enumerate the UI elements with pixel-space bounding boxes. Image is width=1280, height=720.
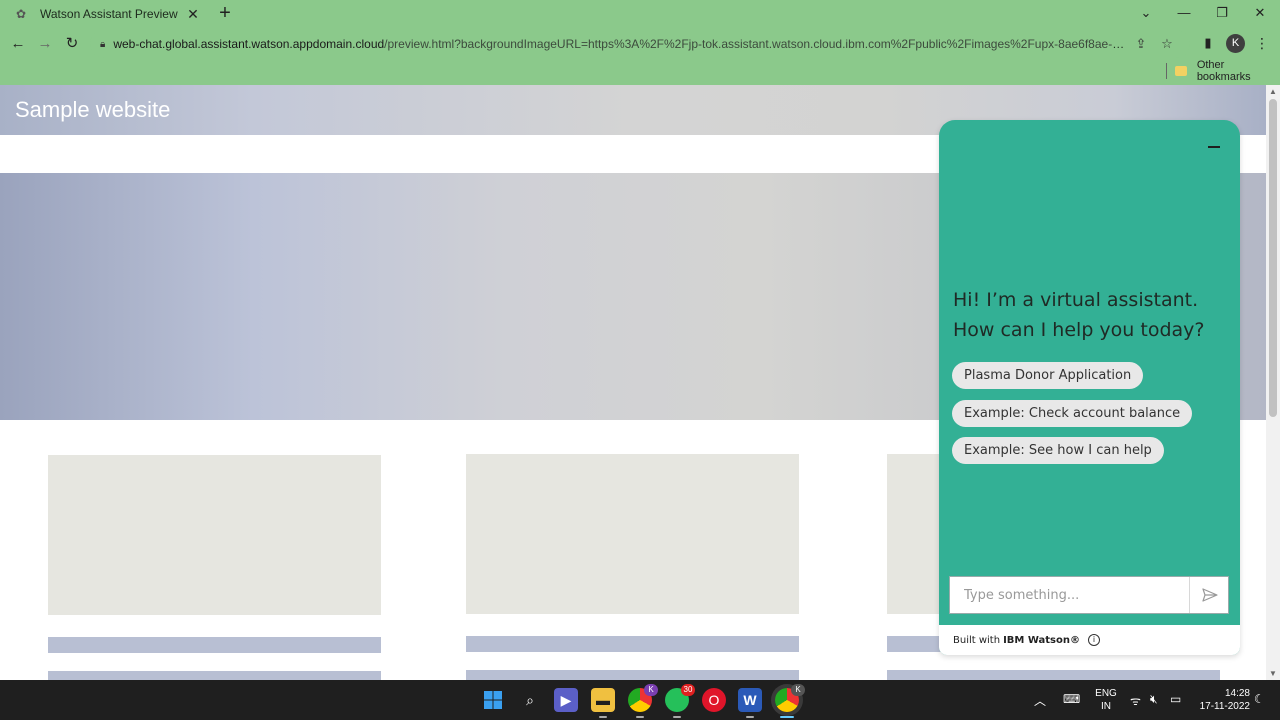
- minimize-chat-button[interactable]: [1208, 138, 1222, 154]
- tab-title: Watson Assistant Preview: [40, 7, 178, 21]
- other-bookmarks-label: Other bookmarks: [1196, 59, 1251, 83]
- bookmarks-divider: [1166, 63, 1167, 79]
- card-text-placeholder: [466, 670, 799, 680]
- chrome-profile-badge: K: [791, 684, 805, 696]
- file-explorer-icon[interactable]: ▬: [591, 688, 615, 718]
- close-window-button[interactable]: ✕: [1248, 4, 1272, 22]
- chrome-icon[interactable]: K: [628, 684, 658, 718]
- browser-tab[interactable]: ✿ Watson Assistant Preview ✕: [8, 0, 208, 28]
- folder-icon: [1174, 66, 1187, 76]
- restore-window-button[interactable]: ❐: [1210, 4, 1234, 22]
- running-indicator: [636, 716, 644, 718]
- windows-logo-icon: [484, 691, 502, 709]
- minimize-window-button[interactable]: —: [1172, 4, 1196, 22]
- word-icon[interactable]: W: [738, 688, 762, 718]
- watson-favicon-icon: ✿: [16, 7, 27, 21]
- card-title-placeholder: [48, 637, 381, 653]
- chat-widget: Hi! I’m a virtual assistant. How can I h…: [939, 120, 1240, 655]
- windows-start-icon[interactable]: [481, 688, 505, 712]
- site-title: Sample website: [15, 97, 171, 122]
- scroll-up-icon[interactable]: ▲: [1269, 87, 1277, 96]
- toolbar: ← → ↻ 🔒︎ web-chat.global.assistant.watso…: [0, 30, 1280, 58]
- send-button[interactable]: [1189, 577, 1229, 613]
- windows-taskbar: ⌕ ▶ ▬ K 30 O W K ︿ ⌨ ENG IN ᯤ 🔇︎ ▭ 14:28…: [0, 680, 1280, 720]
- whatsapp-badge: 30: [681, 684, 695, 696]
- chat-footer: Built with IBM Watson® i: [939, 625, 1240, 655]
- lang-top: ENG: [1095, 688, 1117, 699]
- scroll-down-icon[interactable]: ▼: [1269, 669, 1277, 678]
- profile-avatar[interactable]: K: [1226, 34, 1245, 53]
- running-indicator: [780, 716, 794, 718]
- opera-icon[interactable]: O: [702, 688, 726, 712]
- teams-icon[interactable]: ▶: [554, 688, 578, 712]
- tab-search-icon[interactable]: ⌄: [1134, 4, 1158, 22]
- running-indicator: [599, 716, 607, 718]
- card-text-placeholder: [887, 670, 1220, 680]
- show-hidden-icons-icon[interactable]: ︿: [1034, 692, 1046, 709]
- whatsapp-icon[interactable]: 30: [665, 684, 695, 718]
- option-button[interactable]: Example: Check account balance: [952, 400, 1193, 427]
- browser-chrome: ✿ Watson Assistant Preview ✕ + ⌄ — ❐ ✕ ←…: [0, 0, 1280, 85]
- assistant-greeting: Hi! I’m a virtual assistant. How can I h…: [953, 289, 1205, 341]
- browser-menu-icon[interactable]: ⋮: [1254, 35, 1270, 51]
- address-bar[interactable]: 🔒︎ web-chat.global.assistant.watson.appd…: [90, 30, 1190, 58]
- clock[interactable]: 14:28 17-11-2022: [1190, 687, 1250, 713]
- scrollbar-thumb[interactable]: [1269, 99, 1277, 417]
- language-indicator[interactable]: ENG IN: [1095, 687, 1117, 713]
- option-button[interactable]: Example: See how I can help: [952, 437, 1164, 464]
- chrome-active-icon[interactable]: K: [775, 684, 805, 718]
- tab-close-icon[interactable]: ✕: [186, 6, 200, 23]
- back-arrow-icon[interactable]: ←: [8, 34, 28, 54]
- lock-icon: 🔒︎: [100, 38, 106, 50]
- content-card: [48, 455, 381, 615]
- content-card: [466, 454, 799, 614]
- forward-arrow-icon[interactable]: →: [35, 34, 55, 54]
- speaker-muted-icon[interactable]: 🔇︎: [1150, 692, 1158, 707]
- page-scrollbar[interactable]: ▲ ▼: [1266, 85, 1280, 680]
- footer-prefix: Built with: [953, 634, 1001, 646]
- share-icon[interactable]: ⇪: [1128, 36, 1154, 52]
- clock-time: 14:28: [1224, 688, 1250, 699]
- wifi-icon[interactable]: ᯤ: [1130, 692, 1141, 709]
- send-icon: [1201, 588, 1218, 602]
- keyboard-icon[interactable]: ⌨: [1063, 692, 1080, 706]
- new-tab-button[interactable]: +: [215, 3, 235, 24]
- reload-icon[interactable]: ↻: [62, 34, 82, 54]
- search-icon[interactable]: ⌕: [518, 688, 542, 712]
- clock-date: 17-11-2022: [1199, 701, 1250, 712]
- footer-brand: IBM Watson®: [1003, 634, 1080, 646]
- info-icon[interactable]: i: [1088, 634, 1100, 646]
- option-button[interactable]: Plasma Donor Application: [952, 362, 1144, 389]
- battery-icon[interactable]: ▭: [1170, 692, 1181, 706]
- chat-message-input[interactable]: [950, 577, 1190, 613]
- chat-input-row: [949, 576, 1229, 614]
- chrome-profile-badge: K: [644, 684, 658, 696]
- notifications-icon[interactable]: ☾: [1254, 692, 1265, 706]
- running-indicator: [673, 716, 681, 718]
- lang-bottom: IN: [1101, 701, 1111, 712]
- other-bookmarks[interactable]: Other bookmarks: [1166, 59, 1280, 83]
- url-text[interactable]: web-chat.global.assistant.watson.appdoma…: [113, 37, 1128, 51]
- side-panel-icon[interactable]: ▮: [1200, 35, 1216, 51]
- bookmark-star-icon[interactable]: ☆: [1154, 36, 1180, 52]
- card-title-placeholder: [466, 636, 799, 652]
- running-indicator: [746, 716, 754, 718]
- card-text-placeholder: [48, 671, 381, 680]
